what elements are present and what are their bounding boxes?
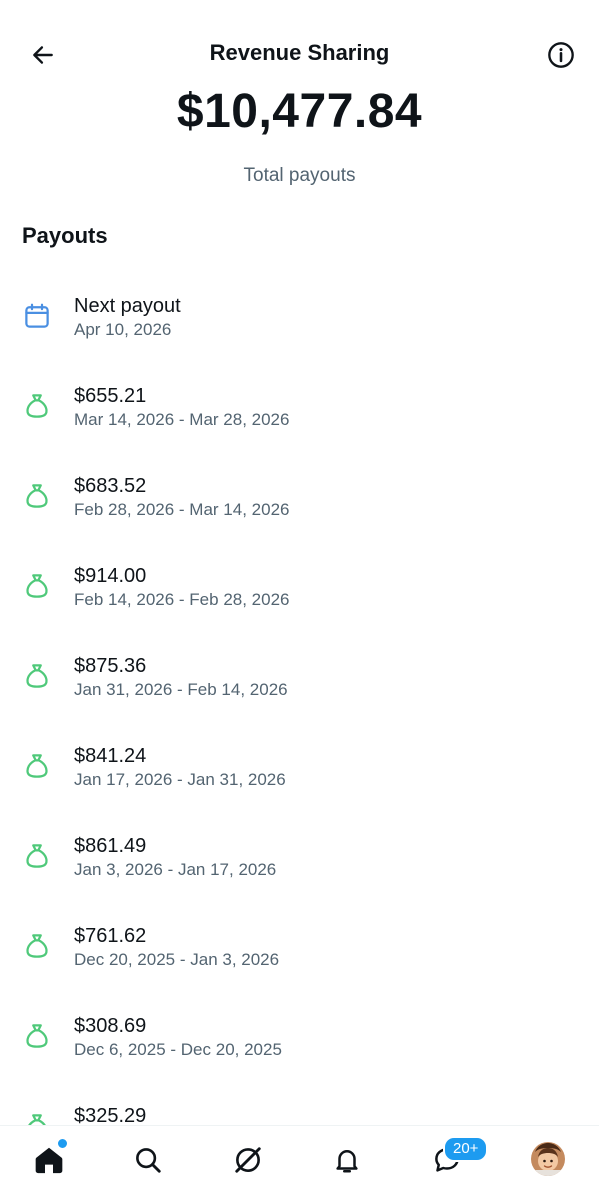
payout-amount: $761.62 (74, 925, 147, 947)
total-payouts-label: Total payouts (243, 165, 356, 186)
payout-period: Feb 14, 2026 - Feb 28, 2026 (74, 590, 290, 609)
money-bag-icon (26, 1024, 48, 1048)
payout-amount: $914.00 (74, 565, 147, 587)
payout-amount: $841.24 (74, 745, 147, 767)
payout-item: $861.49 Jan 3, 2026 - Jan 17, 2026 (0, 819, 599, 909)
payout-amount: $325.29 (74, 1105, 147, 1125)
payout-amount: $308.69 (74, 1015, 147, 1037)
payout-period: Jan 17, 2026 - Jan 31, 2026 (74, 770, 286, 789)
avatar[interactable] (531, 1142, 565, 1176)
payout-amount: $861.49 (74, 835, 147, 857)
money-bag-icon (26, 484, 48, 508)
search-icon (136, 1148, 161, 1173)
payout-amount: $875.36 (74, 655, 147, 677)
page-title: Revenue Sharing (209, 40, 390, 65)
money-bag-icon (26, 664, 48, 688)
money-bag-icon (26, 574, 48, 598)
payout-period: Dec 6, 2025 - Dec 20, 2025 (74, 1040, 282, 1059)
payout-item: $683.52 Feb 28, 2026 - Mar 14, 2026 (0, 459, 599, 549)
money-bag-icon (26, 934, 48, 958)
payout-period: Dec 20, 2025 - Jan 3, 2026 (74, 950, 280, 969)
payout-period: Feb 28, 2026 - Mar 14, 2026 (74, 500, 290, 519)
payout-period: Jan 3, 2026 - Jan 17, 2026 (74, 860, 277, 879)
payouts-list[interactable]: Next payout Apr 10, 2026 $655.21 Mar 14,… (0, 279, 599, 1125)
payout-item: $325.29 (0, 1089, 599, 1125)
tab-notifications[interactable] (327, 1140, 367, 1180)
money-bag-icon (28, 1114, 46, 1125)
profile-avatar-icon (531, 1142, 565, 1176)
payout-item: $914.00 Feb 14, 2026 - Feb 28, 2026 (0, 549, 599, 639)
payout-item: $875.36 Jan 31, 2026 - Feb 14, 2026 (0, 639, 599, 729)
money-bag-icon (26, 394, 48, 418)
money-bag-icon (26, 844, 48, 868)
payout-amount: $655.21 (74, 385, 147, 407)
total-payouts-amount: $10,477.84 (176, 85, 423, 138)
payouts-section-title: Payouts (22, 223, 108, 248)
bell-icon (336, 1150, 358, 1173)
home-notification-dot (56, 1137, 69, 1150)
tab-grok[interactable] (228, 1140, 268, 1180)
info-icon (548, 42, 574, 68)
payout-period: Mar 14, 2026 - Mar 28, 2026 (74, 410, 290, 429)
calendar-icon (25, 303, 49, 328)
grok-icon (235, 1147, 261, 1173)
payout-period: Jan 31, 2026 - Feb 14, 2026 (74, 680, 288, 699)
next-payout-item: Next payout Apr 10, 2026 (0, 279, 599, 369)
next-payout-label: Next payout (74, 295, 181, 317)
payout-amount: $683.52 (74, 475, 147, 497)
payout-item: $308.69 Dec 6, 2025 - Dec 20, 2025 (0, 999, 599, 1089)
payout-item: $761.62 Dec 20, 2025 - Jan 3, 2026 (0, 909, 599, 999)
info-button[interactable] (544, 38, 578, 72)
tab-search[interactable] (128, 1140, 168, 1180)
money-bag-icon (26, 754, 48, 778)
bottom-tab-bar: 20+ (0, 1125, 599, 1201)
payout-item: $655.21 Mar 14, 2026 - Mar 28, 2026 (0, 369, 599, 459)
payout-item: $841.24 Jan 17, 2026 - Jan 31, 2026 (0, 729, 599, 819)
next-payout-date: Apr 10, 2026 (74, 320, 172, 339)
messages-badge: 20+ (443, 1136, 489, 1162)
